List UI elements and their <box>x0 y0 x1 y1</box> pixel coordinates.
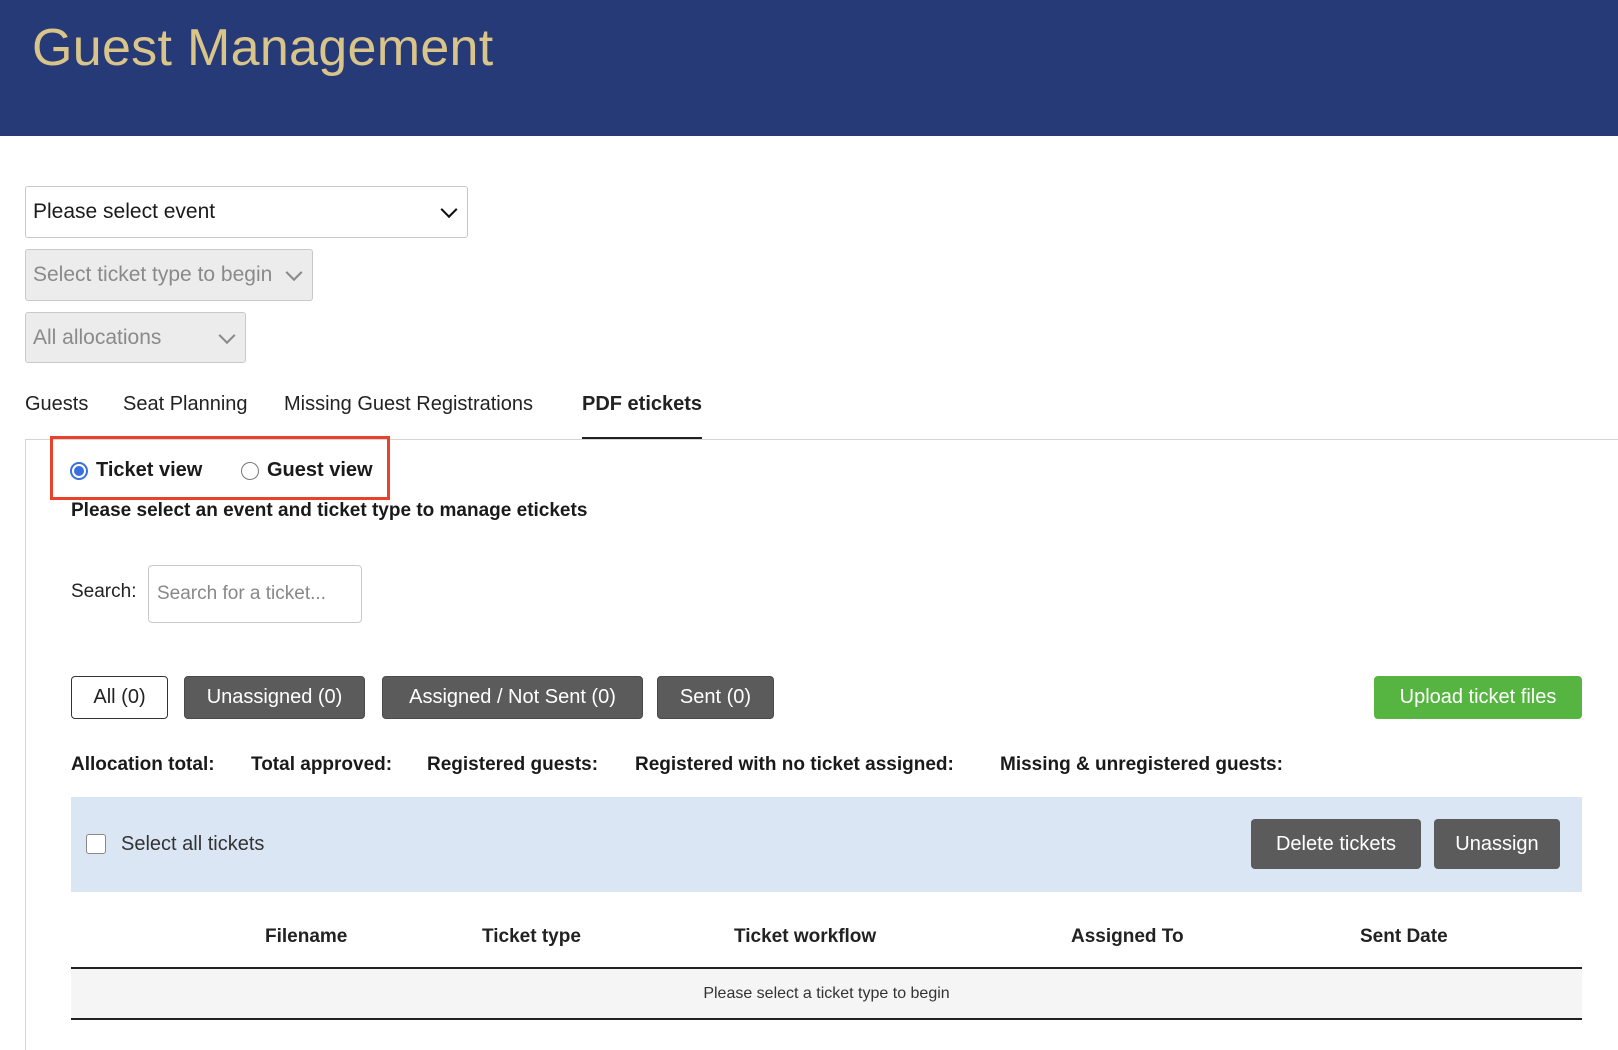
chevron-down-icon <box>285 264 303 282</box>
filter-all-button[interactable]: All (0) <box>71 676 168 719</box>
guest-view-label: Guest view <box>267 459 373 481</box>
tab-seat-planning[interactable]: Seat Planning <box>123 393 248 439</box>
tab-pdf-etickets[interactable]: PDF etickets <box>582 393 703 439</box>
tab-missing-guest-registrations[interactable]: Missing Guest Registrations <box>284 393 533 439</box>
search-input[interactable] <box>148 565 362 623</box>
delete-tickets-button[interactable]: Delete tickets <box>1251 819 1421 869</box>
radio-checked-icon[interactable] <box>70 461 88 480</box>
table-header: Filename Ticket type Ticket workflow Ass… <box>71 922 1582 969</box>
instruction-text: Please select an event and ticket type t… <box>71 500 588 521</box>
stat-registered-guests: Registered guests: <box>427 754 599 775</box>
tab-guests[interactable]: Guests <box>25 393 88 439</box>
ticket-view-label: Ticket view <box>96 459 203 481</box>
ticket-type-select[interactable]: Select ticket type to begin <box>25 249 313 301</box>
event-select-value: Please select event <box>33 200 216 223</box>
upload-ticket-files-button[interactable]: Upload ticket files <box>1374 676 1582 719</box>
search-label: Search: <box>71 581 137 602</box>
column-header-assigned-to[interactable]: Assigned To <box>1071 926 1184 948</box>
app-header: Guest Management <box>0 0 1618 136</box>
allocations-select-value: All allocations <box>33 325 162 349</box>
column-header-ticket-type[interactable]: Ticket type <box>482 926 581 948</box>
stat-registered-no-ticket: Registered with no ticket assigned: <box>635 754 954 775</box>
filter-unassigned-button[interactable]: Unassigned (0) <box>184 676 365 719</box>
chevron-down-icon <box>218 326 236 344</box>
ticket-type-select-value: Select ticket type to begin <box>33 263 273 286</box>
table-empty-message: Please select a ticket type to begin <box>71 969 1582 1020</box>
filter-sent-button[interactable]: Sent (0) <box>657 676 774 719</box>
select-all-checkbox[interactable] <box>86 834 106 854</box>
stat-missing-unregistered: Missing & unregistered guests: <box>1000 754 1283 775</box>
filter-assigned-not-sent-button[interactable]: Assigned / Not Sent (0) <box>382 676 643 719</box>
column-header-filename[interactable]: Filename <box>265 926 347 948</box>
stat-allocation-total: Allocation total: <box>71 754 215 775</box>
allocations-select[interactable]: All allocations <box>25 312 246 363</box>
guest-view-radio[interactable]: Guest view <box>241 459 373 482</box>
chevron-down-icon <box>440 201 458 219</box>
select-all-label[interactable]: Select all tickets <box>121 833 264 856</box>
bulk-action-bar: Select all tickets Delete tickets Unassi… <box>71 797 1582 892</box>
event-select[interactable]: Please select event <box>25 186 468 238</box>
radio-unchecked-icon[interactable] <box>241 461 259 480</box>
column-header-sent-date[interactable]: Sent Date <box>1360 926 1448 948</box>
unassign-button[interactable]: Unassign <box>1434 819 1560 869</box>
stat-total-approved: Total approved: <box>251 754 393 775</box>
ticket-view-radio[interactable]: Ticket view <box>70 459 202 482</box>
page-title: Guest Management <box>32 19 494 77</box>
column-header-ticket-workflow[interactable]: Ticket workflow <box>734 926 876 948</box>
